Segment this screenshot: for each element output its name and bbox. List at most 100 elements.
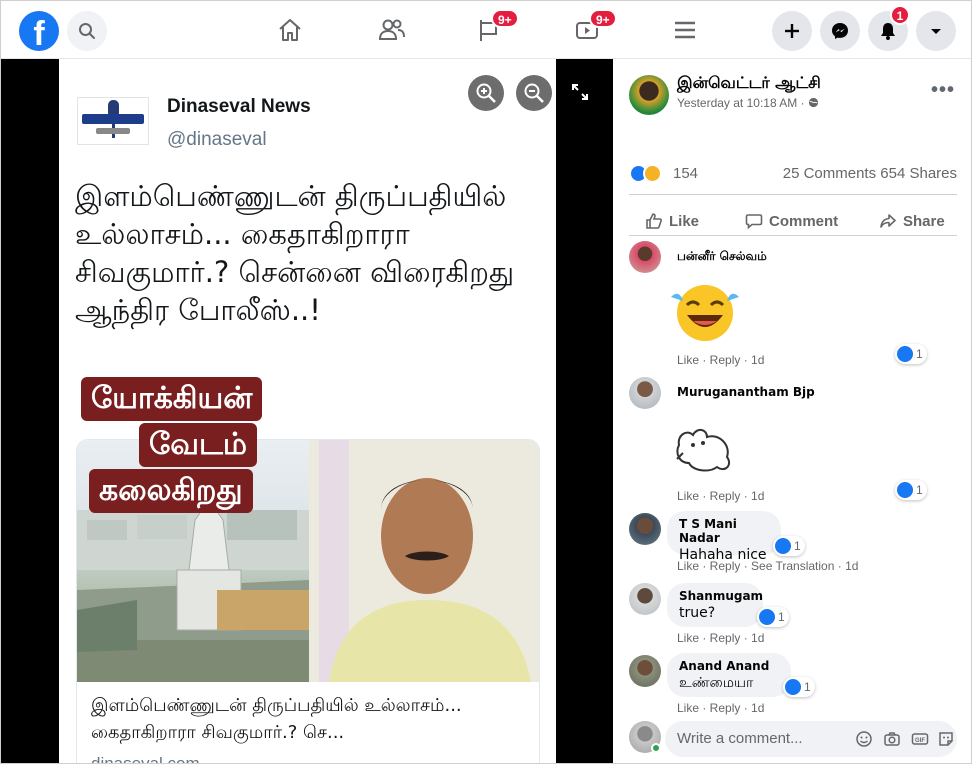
portrait-photo	[309, 440, 539, 682]
online-status-dot	[651, 743, 661, 753]
reactions-summary[interactable]: 154 25 Comments 654 Shares	[629, 161, 957, 187]
notifications-button[interactable]: 1	[868, 5, 910, 51]
commenter-name[interactable]: T S Mani Nadar	[679, 517, 769, 545]
write-comment-input[interactable]: Write a comment... GIF	[665, 721, 957, 757]
commenter-name[interactable]: Muruganantham Bjp	[677, 385, 815, 399]
like-badge-icon	[897, 482, 913, 498]
overlay-line-3: கலைகிறது	[89, 469, 253, 513]
photo-viewer: Dinaseval News @dinaseval இளம்பெண்ணுடன் …	[1, 59, 613, 764]
search-icon	[79, 23, 95, 39]
messenger-button[interactable]	[820, 11, 860, 51]
zoom-in-icon	[476, 83, 496, 103]
link-preview-domain: dinaseval.com	[91, 754, 200, 764]
like-badge-icon	[775, 538, 791, 554]
comment-meta[interactable]: Like · Reply · 1d	[677, 701, 764, 715]
comment-meta[interactable]: Like · Reply · See Translation · 1d	[677, 559, 858, 573]
caret-down-icon	[931, 29, 941, 34]
comment-bubble: Shanmugam true?	[667, 583, 763, 627]
messenger-icon	[832, 23, 848, 39]
comment-meta[interactable]: Like · Reply · 1d	[677, 353, 764, 367]
comment-like-number: 1	[916, 347, 923, 361]
tab-friends[interactable]	[361, 13, 421, 51]
gif-icon[interactable]: GIF	[911, 730, 929, 748]
comment-icon	[745, 214, 763, 230]
emoji-icon[interactable]	[855, 730, 873, 748]
comment-like-count[interactable]: 1	[783, 677, 815, 697]
overlay-caption: யோக்கியன் வேடம் கலைகிறது	[81, 377, 317, 513]
comments-shares-count[interactable]: 25 Comments 654 Shares	[783, 165, 957, 182]
comment-like-count[interactable]: 1	[773, 536, 805, 556]
sticker-icon[interactable]	[937, 730, 955, 748]
laughing-emoji-sticker	[671, 285, 739, 341]
search-button[interactable]	[67, 11, 107, 51]
share-label: Share	[903, 212, 945, 230]
zoom-out-button[interactable]	[516, 75, 552, 111]
page-name[interactable]: இன்வெட்டர் ஆட்சி	[677, 73, 821, 94]
screenshot-frame: f 9+ 9+ 1 Dinaseval News @dinaseval இளம்…	[0, 0, 972, 764]
hamburger-menu-icon	[675, 21, 695, 39]
like-label: Like	[669, 212, 700, 230]
share-icon	[880, 214, 896, 228]
comment-like-count[interactable]: 1	[757, 607, 789, 627]
haha-reaction-icon	[643, 164, 662, 183]
post-time-text: Yesterday at 10:18 AM ·	[677, 96, 808, 110]
post-timestamp[interactable]: Yesterday at 10:18 AM ·	[677, 96, 819, 110]
share-button[interactable]: Share	[879, 203, 945, 239]
post-details-pane: இன்வெட்டர் ஆட்சி Yesterday at 10:18 AM ·…	[613, 59, 971, 763]
page-avatar[interactable]	[629, 75, 669, 115]
post-options-button[interactable]: •••	[931, 79, 955, 102]
link-preview-description: இளம்பெண்ணுடன் திருப்பதியில் உல்லாசம்... …	[91, 695, 462, 743]
top-navigation-bar: f 9+ 9+ 1	[1, 1, 971, 59]
comment-label: Comment	[769, 212, 839, 230]
tab-home[interactable]	[260, 13, 320, 51]
tab-menu[interactable]	[655, 13, 715, 51]
comment-like-count[interactable]: 1	[895, 344, 927, 364]
svg-text:GIF: GIF	[915, 738, 925, 744]
comment-like-number: 1	[778, 610, 785, 624]
tab-pages[interactable]: 9+	[459, 9, 519, 51]
comment-like-count[interactable]: 1	[895, 480, 927, 500]
commenter-name[interactable]: Shanmugam	[679, 589, 763, 603]
tweet-text: இளம்பெண்ணுடன் திருப்பதியில் உல்லாசம்... …	[75, 179, 515, 327]
create-button[interactable]	[772, 11, 812, 51]
zoom-out-icon	[524, 83, 544, 103]
friends-icon	[378, 19, 405, 40]
comment-button[interactable]: Comment	[745, 203, 838, 239]
home-icon	[279, 19, 301, 41]
like-button[interactable]: Like	[645, 203, 699, 239]
dinaseval-logo	[77, 97, 149, 145]
overlay-line-1: யோக்கியன்	[81, 377, 263, 421]
comment-like-number: 1	[794, 539, 801, 553]
divider	[629, 194, 957, 195]
like-badge-icon	[785, 679, 801, 695]
commenter-name[interactable]: Anand Anand	[679, 659, 779, 673]
commenter-avatar[interactable]	[629, 513, 661, 545]
notifications-badge: 1	[890, 5, 910, 25]
zoom-in-button[interactable]	[468, 75, 504, 111]
pages-badge: 9+	[491, 9, 519, 28]
plus-icon	[785, 24, 799, 38]
reaction-count: 154	[673, 165, 699, 182]
commenter-avatar[interactable]	[629, 241, 661, 273]
comment-bubble: T S Mani Nadar Hahaha nice	[667, 511, 781, 563]
comment-like-number: 1	[804, 680, 811, 694]
thumbs-up-icon	[646, 213, 662, 229]
tweet-account-handle: @dinaseval	[167, 129, 267, 150]
camera-icon[interactable]	[883, 730, 901, 748]
globe-icon	[808, 97, 819, 108]
account-menu-button[interactable]	[916, 11, 956, 51]
commenter-name[interactable]: பன்னீர் செல்வம்	[677, 249, 767, 265]
watch-badge: 9+	[589, 9, 617, 28]
fullscreen-expand-icon[interactable]	[571, 83, 589, 101]
commenter-avatar[interactable]	[629, 655, 661, 687]
comment-bubble: Anand Anand உண்மையா	[667, 653, 791, 697]
facebook-logo[interactable]: f	[19, 11, 59, 51]
tab-watch[interactable]: 9+	[557, 9, 617, 51]
commenter-avatar[interactable]	[629, 377, 661, 409]
write-comment-placeholder: Write a comment...	[677, 730, 803, 747]
comment-meta[interactable]: Like · Reply · 1d	[677, 489, 764, 503]
comment-text: true?	[679, 605, 716, 621]
comment-meta[interactable]: Like · Reply · 1d	[677, 631, 764, 645]
commenter-avatar[interactable]	[629, 583, 661, 615]
divider	[629, 235, 957, 236]
